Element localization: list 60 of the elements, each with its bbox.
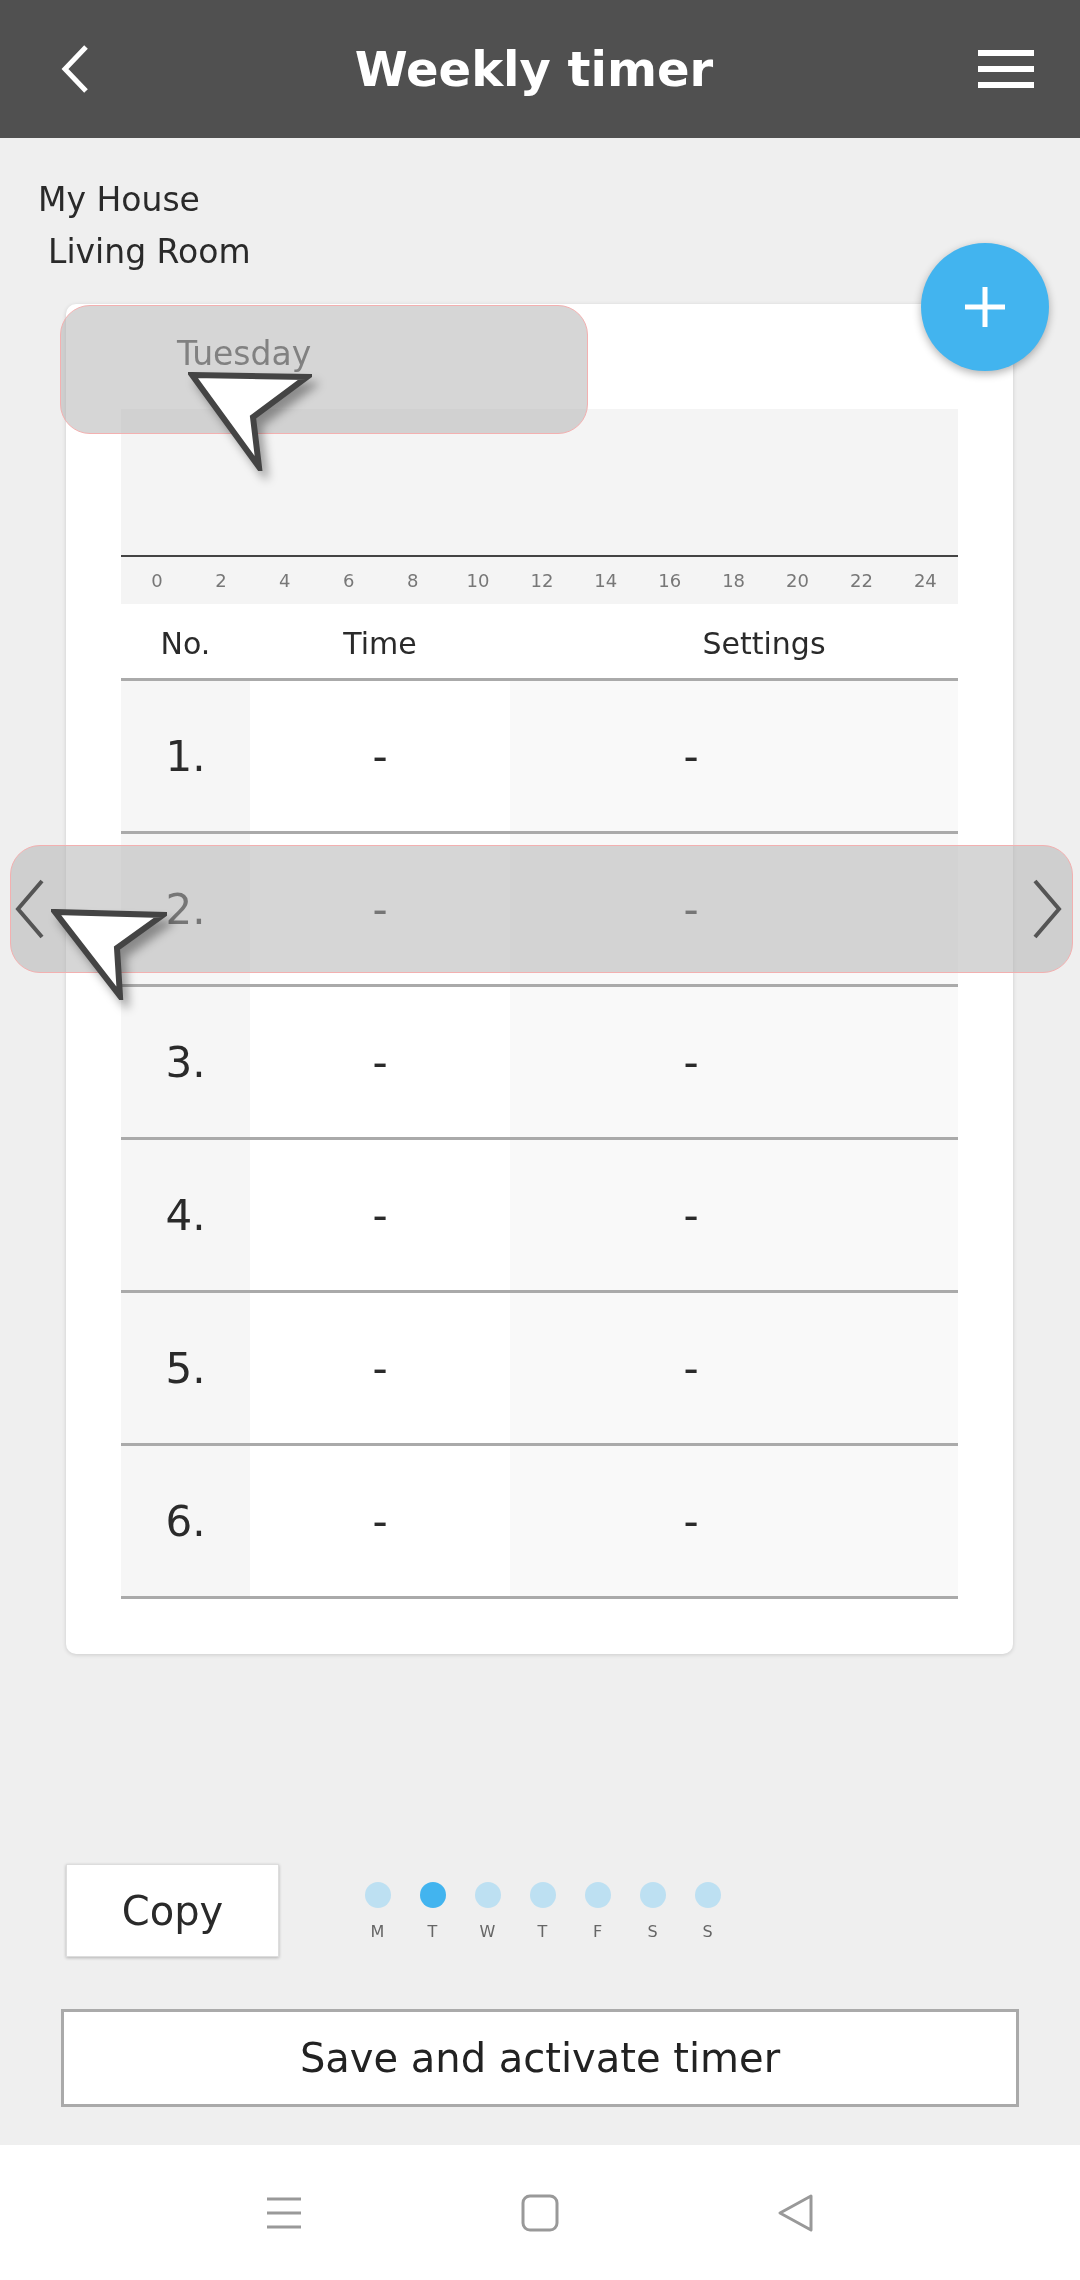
day-dot[interactable]: [419, 1882, 446, 1908]
plus-icon: [965, 287, 1005, 327]
day-dot[interactable]: [694, 1882, 721, 1908]
table-cell: -: [510, 1293, 958, 1443]
day-dot[interactable]: [639, 1882, 666, 1908]
room-name: Living Room: [48, 231, 251, 273]
day-title: Tuesday: [177, 333, 313, 375]
table-cell-text: -: [371, 1036, 389, 1089]
column-header: Settings: [701, 626, 827, 663]
add-button[interactable]: [921, 243, 1049, 371]
hour-label: 0: [150, 570, 164, 591]
table-cell: -: [510, 834, 958, 984]
hour-label: 22: [849, 570, 870, 591]
menu-icon[interactable]: [978, 49, 1034, 89]
day-label: M: [370, 1922, 385, 1941]
table-cell-text: -: [371, 883, 389, 936]
day-label: S: [647, 1922, 658, 1941]
day-label: T: [427, 1922, 438, 1941]
table-cell: -: [510, 1446, 958, 1596]
column-header: Time: [342, 626, 418, 663]
day-label: S: [702, 1922, 713, 1941]
table-cell: 2.: [121, 834, 250, 984]
table-cell: 6.: [121, 1446, 250, 1596]
day-dot[interactable]: [584, 1882, 611, 1908]
hour-label: 16: [658, 570, 679, 591]
day-dot[interactable]: [529, 1882, 556, 1908]
table-cell-text: -: [371, 1342, 389, 1395]
hour-label: 14: [594, 570, 615, 591]
home-name: My House: [38, 179, 200, 221]
day-dot[interactable]: [364, 1882, 391, 1908]
table-cell: 5.: [121, 1293, 250, 1443]
save-button[interactable]: Save and activate timer: [61, 2009, 1019, 2107]
chevron-left-icon[interactable]: [15, 879, 45, 939]
chevron-right-icon[interactable]: [1032, 879, 1062, 939]
table-cell: 4.: [121, 1140, 250, 1290]
hour-label: 24: [913, 570, 934, 591]
table-cell-text: -: [371, 1189, 389, 1242]
table-cell: 3.: [121, 987, 250, 1137]
hour-label: 20: [786, 570, 807, 591]
table-cell: 1.: [121, 681, 250, 831]
hour-label: 6: [342, 570, 356, 591]
hour-label: 18: [722, 570, 743, 591]
table-cell: -: [510, 1140, 958, 1290]
table-cell: -: [510, 987, 958, 1137]
copy-button[interactable]: Copy: [66, 1864, 279, 1957]
home-icon[interactable]: [520, 2192, 560, 2233]
hour-label: 4: [278, 570, 292, 591]
screen-title: Weekly timer: [354, 41, 714, 97]
day-dot[interactable]: [474, 1882, 501, 1908]
hour-label: 10: [466, 570, 487, 591]
day-label: F: [592, 1922, 603, 1941]
hour-label: 8: [405, 570, 420, 591]
table-cell-text: -: [371, 730, 389, 783]
column-header: No.: [159, 626, 212, 663]
table-cell: -: [510, 681, 958, 831]
hour-label: 2: [214, 570, 228, 591]
day-label: W: [479, 1922, 496, 1941]
table-cell-text: -: [371, 1495, 389, 1548]
day-label: T: [537, 1922, 548, 1941]
hour-label: 12: [530, 570, 551, 591]
